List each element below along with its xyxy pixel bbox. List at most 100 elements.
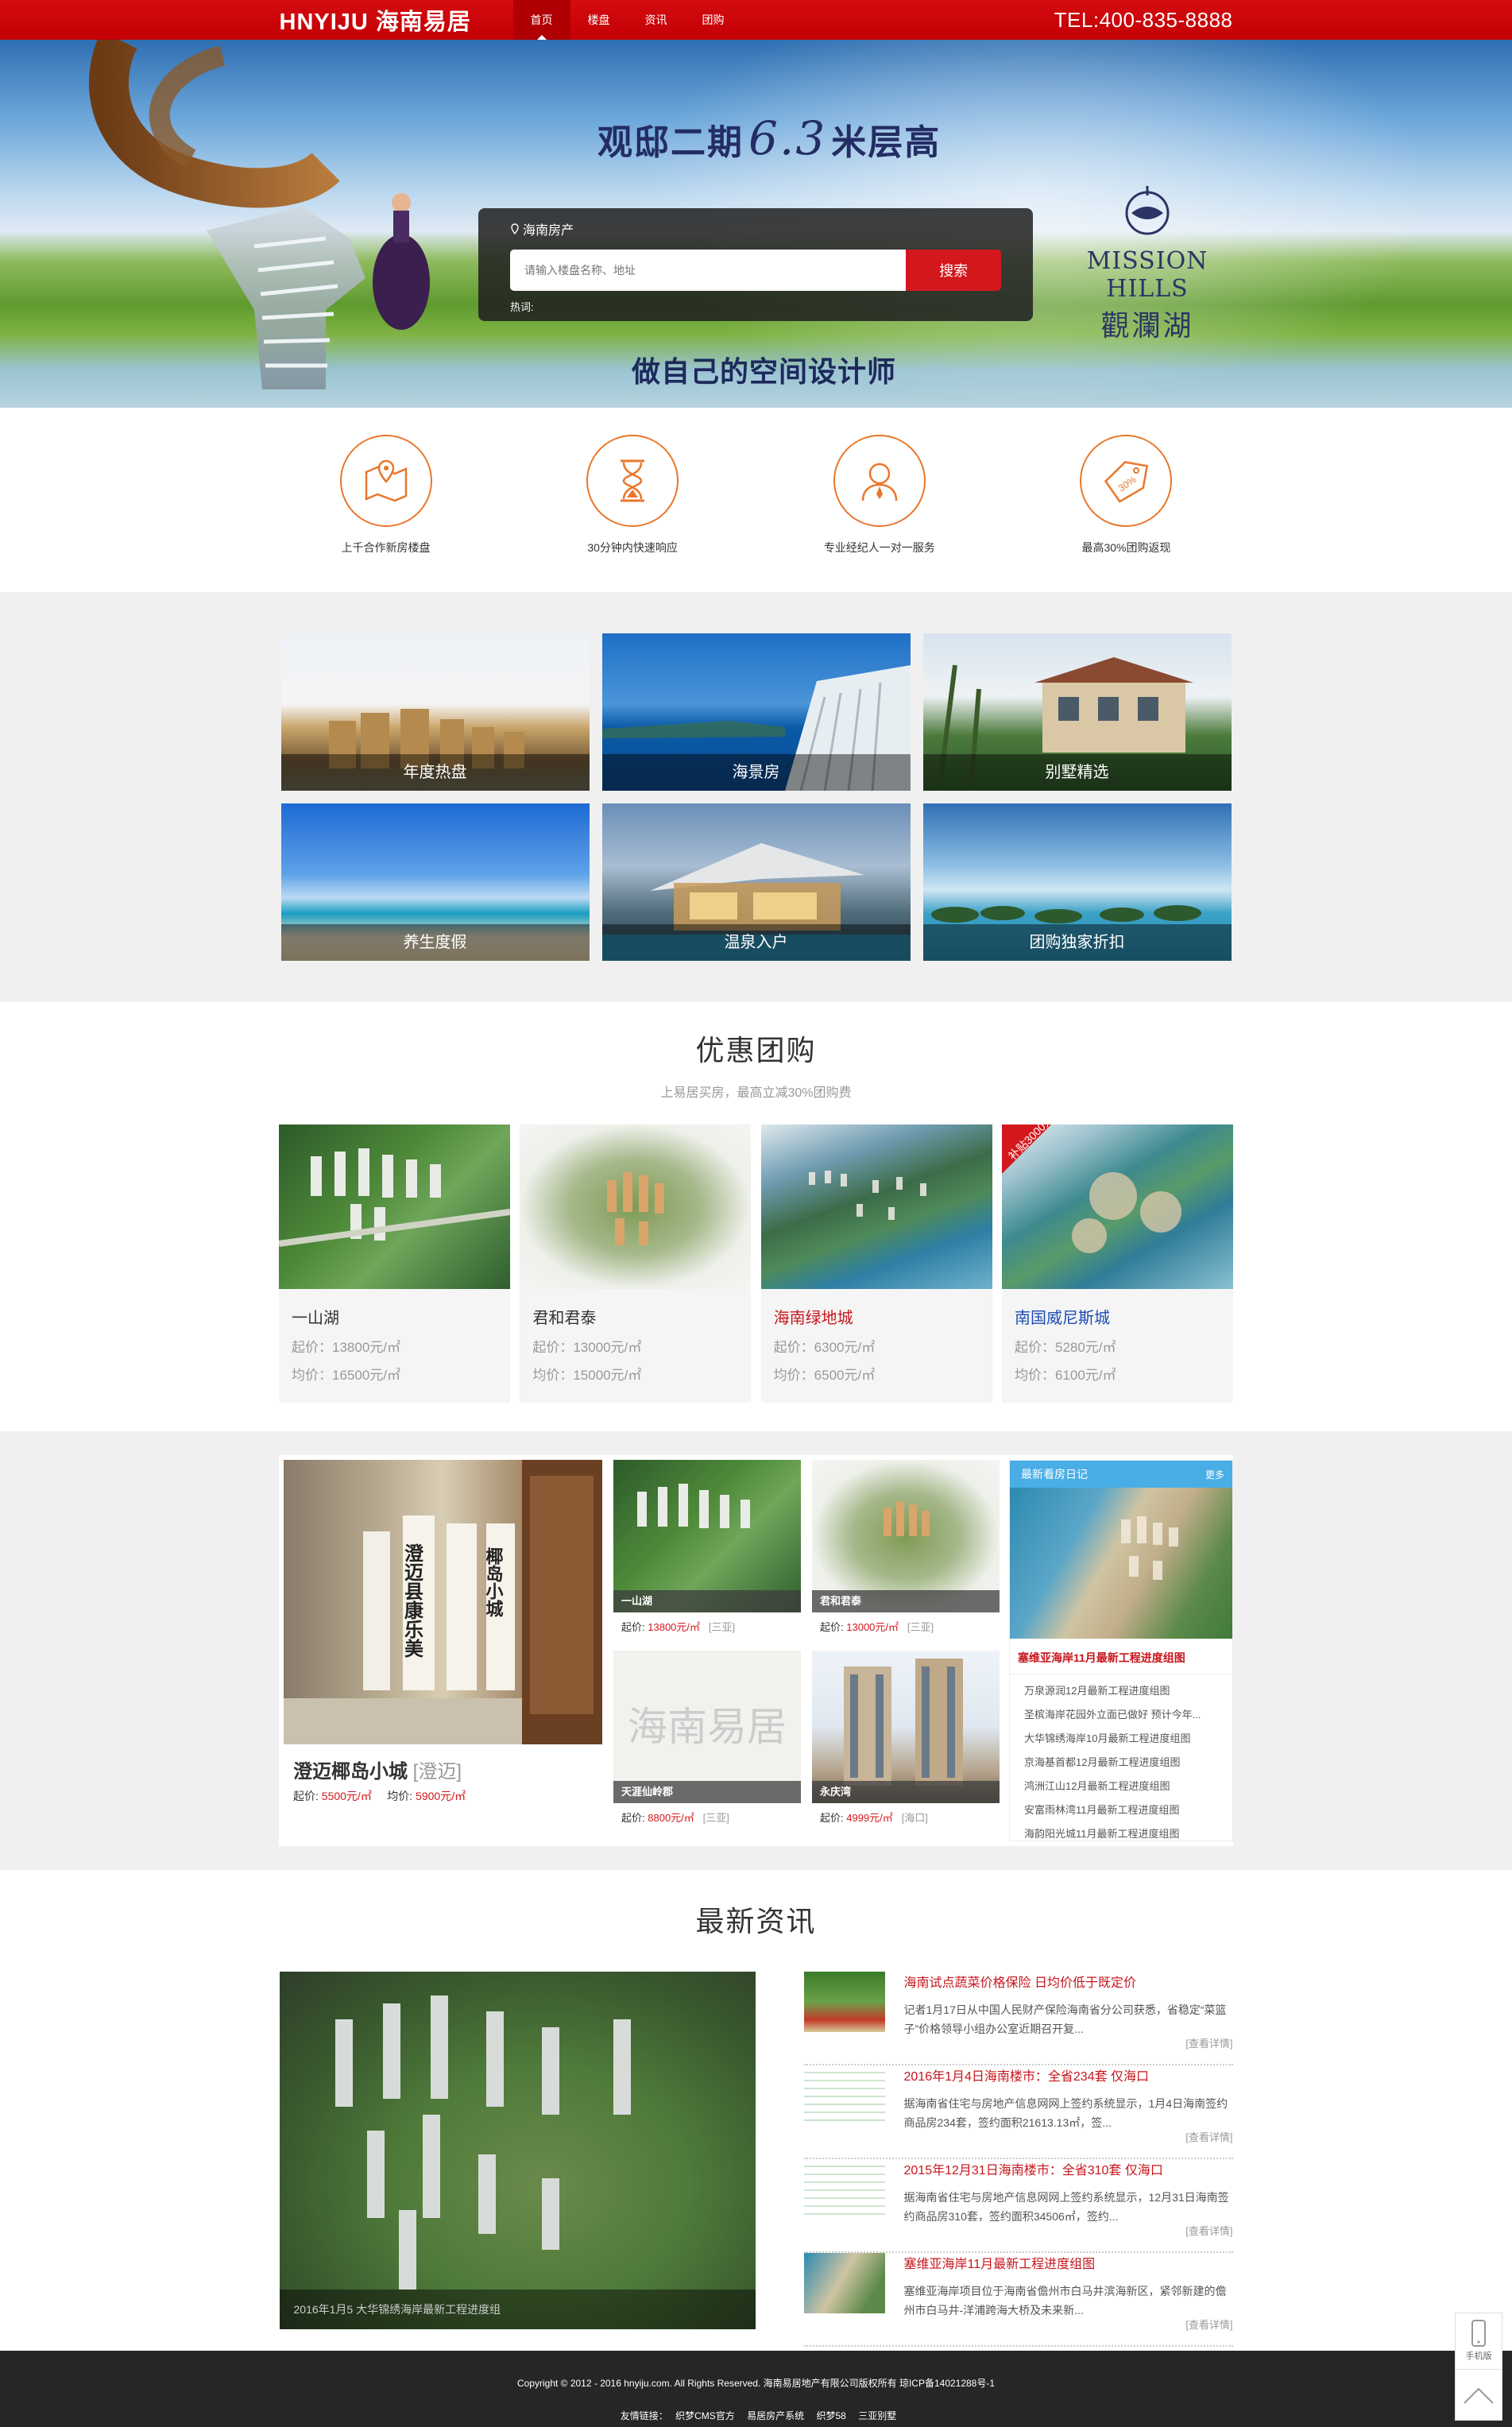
property-label: 君和君泰 [812,1590,1000,1612]
news-summary: 据海南省住宅与房地产信息网网上签约系统显示，1月4日海南签约商品房234套，签约… [903,2097,1228,2129]
group-buy-card[interactable]: 君和君泰 起价：13000元/㎡ 均价：15000元/㎡ [520,1124,752,1403]
friend-link[interactable]: 织梦CMS官方 [675,2410,735,2421]
hotline: TEL:400-835-8888 [1054,7,1233,32]
featured-small-listing[interactable]: 君和君泰 起价: 13000元/㎡ [三亚] [812,1460,1000,1651]
category-tile[interactable]: 养生度假 [280,803,590,961]
news-title[interactable]: 2015年12月31日海南楼市：全省310套 仅海口 [904,2159,1233,2178]
svg-text:30%: 30% [1116,474,1139,494]
category-section: 年度热盘 海景房 别墅精选 养生度假 温泉入户 团购独家折扣 [0,592,1512,1002]
search-input[interactable] [510,250,907,291]
nav-group-buy[interactable]: 团购 [685,0,742,40]
start-price: 起价：13800元/㎡ [292,1340,400,1355]
nav-news[interactable]: 资讯 [628,0,685,40]
news-feature-image[interactable]: 2016年1月5 大华锦绣海岸最新工程进度组 [279,1972,756,2329]
diary-item[interactable]: 海韵阳光城11月最新工程进度组图 [1024,1822,1232,1846]
news-summary: 塞维亚海岸项目位于海南省儋州市白马井滨海新区，紧邻新建的儋州市白马井-洋浦跨海大… [903,2285,1227,2317]
placeholder-watermark: 海南易居 [628,1704,787,1750]
mobile-version-button[interactable]: 手机版 [1455,2313,1502,2370]
category-label: 团购独家折扣 [922,924,1232,961]
category-tile[interactable]: 年度热盘 [280,633,590,791]
group-buy-card[interactable]: 一山湖 起价：13800元/㎡ 均价：16500元/㎡ [279,1124,510,1403]
hero-banner[interactable]: 观邸二期6.3米层高 MISSION HILLS 觀瀾湖 海南房产 搜索 热词:… [0,40,1512,408]
avg-price: 均价：16500元/㎡ [292,1368,400,1383]
search-panel: 海南房产 搜索 热词: [478,208,1033,321]
search-button[interactable]: 搜索 [906,250,1001,291]
category-tile[interactable]: 温泉入户 [601,803,911,961]
group-buy-card[interactable]: 海南绿地城 起价：6300元/㎡ 均价：6500元/㎡ [760,1124,992,1403]
news-title[interactable]: 塞维亚海岸11月最新工程进度组图 [904,2253,1233,2272]
diary-item[interactable]: 大华锦绣海岸10月最新工程进度组图 [1024,1727,1232,1751]
featured-small-listing[interactable]: 永庆湾 起价: 4999元/㎡ [海口] [812,1651,1000,1841]
diary-more-link[interactable]: 更多 [1205,1468,1224,1481]
group-buy-card[interactable]: 补贴3000元 南国威尼斯城 起价：5280元/㎡ 均价：6100元/㎡ [1001,1124,1233,1403]
news-title[interactable]: 2016年1月4日海南楼市：全省234套 仅海口 [904,2065,1233,2084]
category-label: 海景房 [601,754,911,791]
back-to-top-button[interactable] [1455,2370,1502,2421]
nav-home[interactable]: 首页 [512,0,570,40]
category-label: 年度热盘 [280,754,590,791]
category-tile[interactable]: 海景房 [601,633,911,791]
featured-listings: 澄迈县康乐美 椰岛小城 澄迈椰岛小城 [澄迈] 起价: 5500元/㎡ 均价: 5… [0,1431,1512,1870]
feature-item: 30% 最高30%团购返现 [1048,435,1204,555]
map-pin-icon [339,435,432,527]
news-item[interactable]: 海南试点蔬菜价格保险 日均价低于既定价 记者1月17日从中国人民财产保险海南省分… [803,1972,1233,2065]
feature-item: 上千合作新房楼盘 [308,435,464,555]
top-header: HNYIJU 海南易居 首页 楼盘 资讯 团购 TEL:400-835-8888 [0,0,1512,40]
diary-image[interactable] [1010,1488,1232,1639]
property-name: 南国威尼斯城 [1014,1310,1110,1327]
featured-main-listing[interactable]: 澄迈县康乐美 椰岛小城 澄迈椰岛小城 [澄迈] 起价: 5500元/㎡ 均价: 5… [284,1460,602,1841]
site-logo[interactable]: HNYIJU 海南易居 [280,3,513,37]
brand-chinese: 觀瀾湖 [1100,309,1194,342]
group-buy-section: 优惠团购 上易居买房，最高立减30%团购费 一山湖 起价：13800元/㎡ 均价… [0,1002,1512,1431]
friend-link[interactable]: 织梦58 [817,2410,846,2421]
start-price: 起价：13000元/㎡ [532,1340,642,1355]
property-image: 一山湖 [613,1460,801,1612]
friend-link[interactable]: 易居房产系统 [747,2410,804,2421]
agent-icon [833,435,926,527]
feature-item: 专业经纪人一对一服务 [802,435,957,555]
friend-link[interactable]: 三亚别墅 [858,2410,896,2421]
news-item[interactable]: 塞维亚海岸11月最新工程进度组图 塞维亚海岸项目位于海南省儋州市白马井滨海新区，… [803,2253,1233,2347]
property-price: 起价: 5500元/㎡ 均价: 5900元/㎡ [293,1790,466,1802]
diary-title: 最新看房日记 [1021,1468,1088,1481]
diary-item[interactable]: 京海基首都12月最新工程进度组图 [1024,1751,1232,1775]
diary-item[interactable]: 鸿洲江山12月最新工程进度组图 [1024,1775,1232,1798]
category-label: 温泉入户 [601,924,911,961]
property-image: 澄迈县康乐美 椰岛小城 [284,1460,602,1744]
news-list: 海南试点蔬菜价格保险 日均价低于既定价 记者1月17日从中国人民财产保险海南省分… [803,1972,1233,2347]
avg-price: 均价：6500元/㎡ [773,1368,876,1383]
nav-properties[interactable]: 楼盘 [570,0,628,40]
category-tile[interactable]: 别墅精选 [922,633,1232,791]
news-title[interactable]: 海南试点蔬菜价格保险 日均价低于既定价 [904,1972,1233,1991]
property-image: 君和君泰 [812,1460,1000,1612]
diary-headline[interactable]: 塞维亚海岸11月最新工程进度组图 [1010,1639,1232,1674]
diary-item[interactable]: 圣槟海岸花园外立面已做好 预计今年... [1024,1703,1232,1727]
diary-item[interactable]: 万泉源润12月最新工程进度组图 [1024,1679,1232,1703]
section-title: 优惠团购 [695,1034,817,1066]
discount-tag-icon: 30% [1080,435,1173,527]
service-features: 上千合作新房楼盘 30分钟内快速响应 专业经纪人一对一服务 30% 最高30%团… [0,408,1512,592]
property-label: 天涯仙岭郡 [613,1781,801,1803]
links-label: 友情链接： [620,2410,668,2421]
hero-headline: 观邸二期 6.3 米层高 [597,111,942,165]
news-feature-caption: 2016年1月5 大华锦绣海岸最新工程进度组 [279,2290,756,2329]
viewing-diary-panel: 最新看房日记 更多 塞维亚海岸11月最新工程进度组图 万泉源润12月最新工程进度组… [1009,1460,1233,1841]
category-tile[interactable]: 团购独家折扣 [922,803,1232,961]
news-thumbnail [803,2253,885,2313]
featured-small-listing[interactable]: 海南易居 天涯仙岭郡 起价: 8800元/㎡ [三亚] [613,1651,801,1841]
property-image [520,1124,752,1289]
location-selector[interactable]: 海南房产 [510,219,1001,238]
property-image [279,1124,510,1289]
spiral-staircase-illustration [89,40,430,389]
chevron-up-icon [1464,2387,1494,2404]
category-label: 养生度假 [280,924,590,961]
property-image [760,1124,992,1289]
property-label: 永庆湾 [812,1781,1000,1803]
friend-links: 友情链接： 织梦CMS官方 易居房产系统 织梦58 三亚别墅 [0,2409,1512,2422]
avg-price: 均价：6100元/㎡ [1014,1368,1116,1383]
news-item[interactable]: 2016年1月4日海南楼市：全省234套 仅海口 据海南省住宅与房地产信息网网上… [803,2065,1233,2159]
featured-small-listing[interactable]: 一山湖 起价: 13800元/㎡ [三亚] [613,1460,801,1651]
location-pin-icon [511,223,519,234]
diary-item[interactable]: 安富雨林湾11月最新工程进度组图 [1024,1798,1232,1822]
news-item[interactable]: 2015年12月31日海南楼市：全省310套 仅海口 据海南省住宅与房地产信息网… [803,2159,1233,2253]
